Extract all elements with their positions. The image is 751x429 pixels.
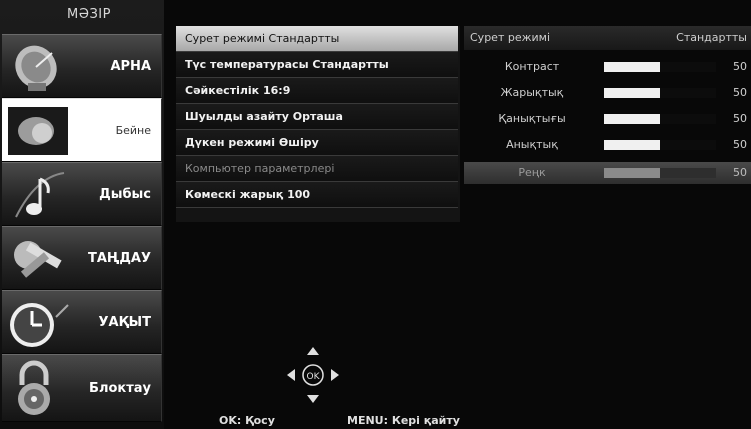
sidebar-item-label: Дыбыс — [99, 186, 151, 202]
option-picture-mode[interactable]: Сурет режимі Стандартты — [176, 26, 458, 52]
menu-hint: MENU: Кері қайту — [347, 414, 460, 427]
option-value: Өшіру — [278, 136, 319, 149]
option-label: Дүкен режимі — [185, 136, 276, 149]
sidebar-item-sound[interactable]: Дыбыс — [2, 162, 162, 226]
option-color-temperature[interactable]: Түс температурасы Стандартты — [176, 52, 458, 78]
option-value: Стандартты — [312, 58, 389, 71]
option-label: Сурет режимі — [185, 32, 266, 45]
slider-contrast[interactable]: Контраст 50 — [464, 56, 751, 78]
picture-options-list: Сурет режимі Стандартты Түс температурас… — [176, 26, 460, 222]
option-value: Стандартты — [268, 32, 340, 45]
option-value: 100 — [287, 188, 311, 201]
sidebar-item-label: Бейне — [115, 123, 151, 137]
slider-fill — [604, 168, 660, 178]
slider-label: Реңк — [518, 166, 546, 179]
slider-sharpness[interactable]: Анықтық 50 — [464, 134, 751, 156]
tools-icon — [6, 231, 70, 287]
slider-fill — [604, 62, 660, 72]
submenu-header[interactable]: Сурет режимі Стандартты — [464, 26, 751, 50]
arrow-right-icon[interactable] — [331, 369, 339, 381]
arrow-left-icon[interactable] — [287, 369, 295, 381]
slider-value: 50 — [733, 60, 747, 73]
sidebar-item-time[interactable]: УАҚЫТ — [2, 290, 162, 354]
slider-fill — [604, 88, 660, 98]
option-label: Түс температурасы — [185, 58, 309, 71]
sidebar-item-label: ТАҢДАУ — [87, 250, 151, 266]
arrow-up-icon[interactable] — [307, 347, 319, 355]
sidebar-item-lock[interactable]: Блоктау — [2, 354, 162, 422]
slider-label: Қанықтығы — [498, 112, 566, 125]
submenu-header-value: Стандартты — [676, 31, 747, 44]
clock-icon — [6, 295, 70, 351]
option-backlight[interactable]: Көмескі жарық 100 — [176, 182, 458, 208]
sidebar-item-setup[interactable]: ТАҢДАУ — [2, 226, 162, 290]
slider-value: 50 — [733, 166, 747, 179]
ok-hint: OK: Қосу — [219, 414, 275, 427]
option-aspect-ratio[interactable]: Сәйкестілік 16:9 — [176, 78, 458, 104]
satellite-dish-icon — [6, 39, 70, 95]
sidebar: МӘЗІР АРНА Бейне Дыбыс ТАҢДАУ УАҚЫТ Блок… — [0, 0, 164, 429]
submenu-header-label: Сурет режимі — [470, 31, 551, 44]
sidebar-item-picture[interactable]: Бейне — [2, 98, 162, 162]
option-label: Компьютер параметрлері — [185, 162, 335, 175]
slider-label: Контраст — [504, 60, 560, 73]
music-note-icon — [6, 167, 70, 223]
slider-value: 50 — [733, 112, 747, 125]
slider-saturation[interactable]: Қанықтығы 50 — [464, 108, 751, 130]
slider-label: Жарықтық — [500, 86, 564, 99]
slider-fill — [604, 140, 660, 150]
slider-track[interactable] — [604, 62, 716, 72]
sidebar-item-label: АРНА — [110, 58, 151, 74]
option-pc-settings: Компьютер параметрлері — [176, 156, 458, 182]
option-label: Шуылды азайту — [185, 110, 289, 123]
sidebar-item-channel[interactable]: АРНА — [2, 34, 162, 98]
option-label: Көмескі жарық — [185, 188, 284, 201]
option-value: Орташа — [292, 110, 343, 123]
slider-label: Анықтық — [506, 138, 558, 151]
slider-track[interactable] — [604, 140, 716, 150]
slider-track[interactable] — [604, 88, 716, 98]
slider-tint[interactable]: Реңк 50 — [464, 162, 751, 184]
sidebar-item-label: Блоктау — [89, 380, 151, 396]
option-label: Сәйкестілік — [185, 84, 260, 97]
picture-icon — [6, 103, 70, 159]
navigation-pad: OK — [283, 345, 343, 405]
option-noise-reduction[interactable]: Шуылды азайту Орташа — [176, 104, 458, 130]
slider-track[interactable] — [604, 114, 716, 124]
slider-value: 50 — [733, 138, 747, 151]
picture-mode-submenu: Сурет режимі Стандартты Контраст 50 Жары… — [464, 26, 751, 186]
slider-fill — [604, 114, 660, 124]
option-value: 16:9 — [262, 84, 291, 97]
padlock-icon — [6, 359, 70, 415]
slider-value: 50 — [733, 86, 747, 99]
ok-button-label: OK — [307, 372, 321, 382]
menu-title: МӘЗІР — [67, 7, 111, 22]
arrow-down-icon[interactable] — [307, 395, 319, 403]
slider-track[interactable] — [604, 168, 716, 178]
slider-brightness[interactable]: Жарықтық 50 — [464, 82, 751, 104]
sidebar-item-label: УАҚЫТ — [98, 314, 152, 330]
option-store-mode[interactable]: Дүкен режимі Өшіру — [176, 130, 458, 156]
